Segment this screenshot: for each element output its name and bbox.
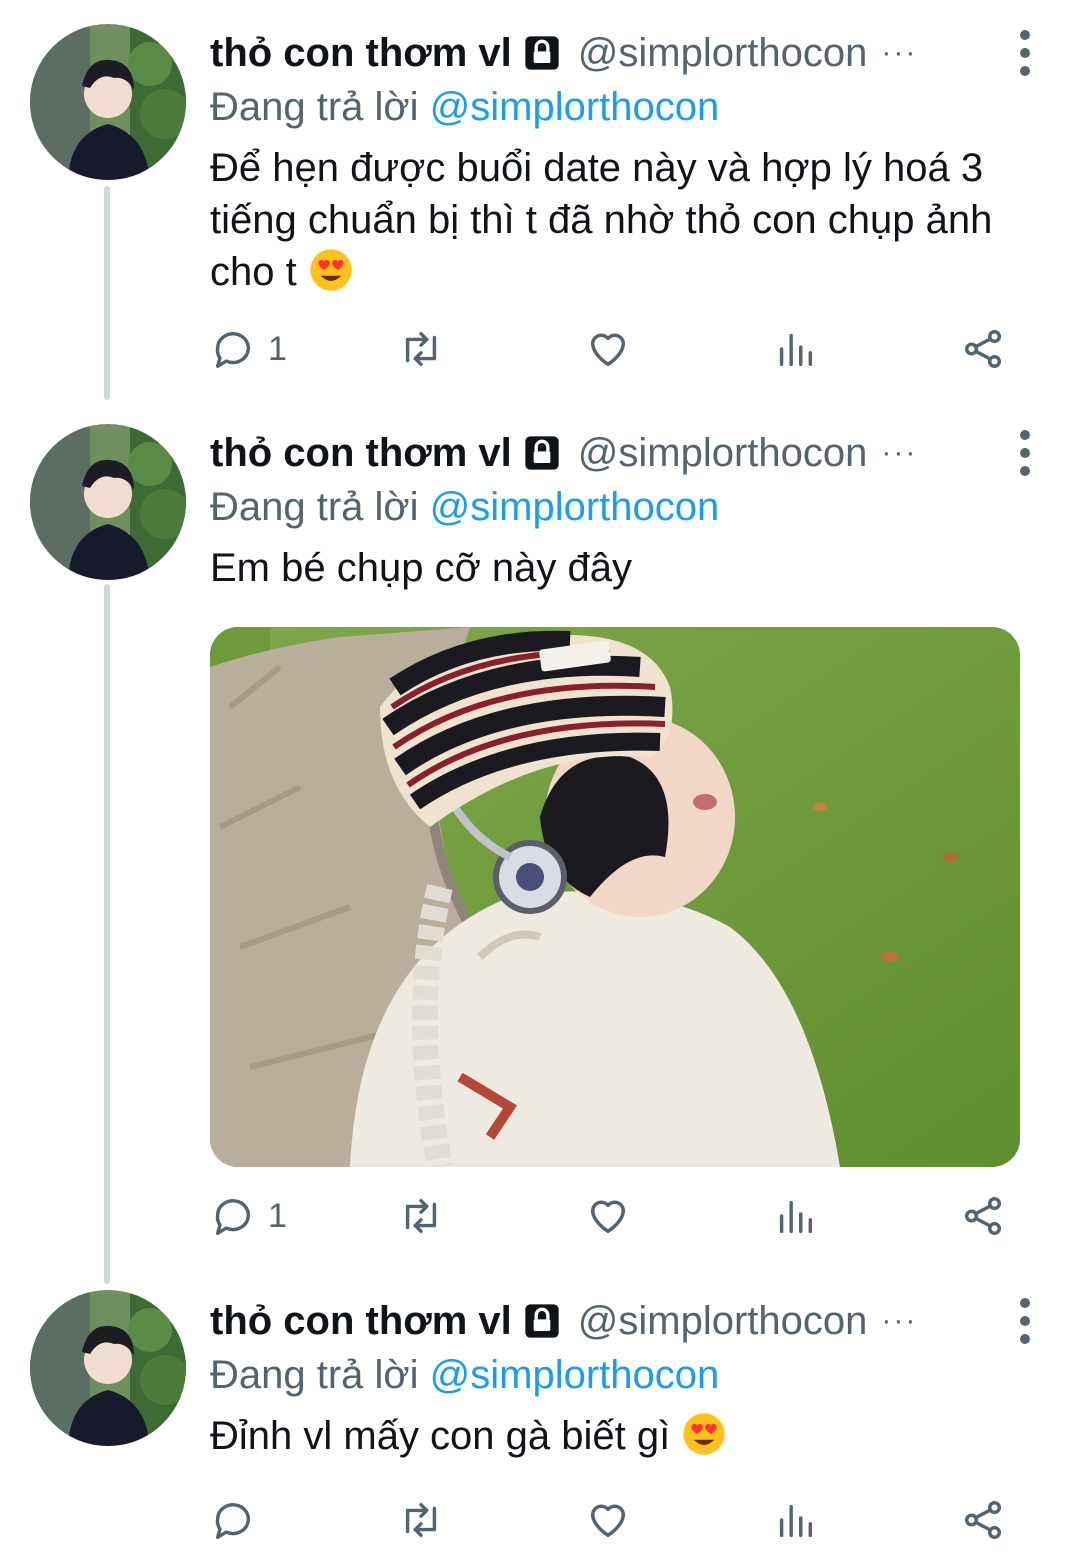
user-handle[interactable]: @simplorthocon: [578, 431, 868, 476]
tweet-text: Để hẹn được buổi date này và hợp lý hoá …: [210, 142, 1040, 298]
views-button[interactable]: [772, 324, 818, 374]
avatar[interactable]: [30, 1290, 186, 1446]
tweet-photo[interactable]: [210, 627, 1020, 1167]
heart-eyes-emoji: [310, 249, 352, 291]
replying-to: Đang trả lời @simplorthocon: [210, 482, 1040, 532]
tweet-text: Em bé chụp cỡ này đây: [210, 542, 1040, 594]
heart-eyes-emoji: [683, 1413, 726, 1455]
like-button[interactable]: [585, 1191, 643, 1241]
tweet[interactable]: thỏ con thơm vl @simplorthocon ··· Đang …: [0, 1268, 1080, 1563]
replying-to-label: Đang trả lời: [210, 85, 419, 129]
views-button[interactable]: [772, 1191, 818, 1241]
reply-icon: [215, 1503, 251, 1539]
share-icon: [964, 330, 1002, 368]
reply-button[interactable]: 1: [210, 324, 287, 374]
reply-icon: [215, 1199, 251, 1235]
views-button[interactable]: [772, 1495, 818, 1545]
heart-icon: [590, 1504, 626, 1538]
share-button[interactable]: [960, 1191, 1006, 1241]
tweet-header: thỏ con thơm vl @simplorthocon ···: [210, 24, 1040, 82]
heart-icon: [590, 1200, 626, 1234]
user-handle[interactable]: @simplorthocon: [578, 1299, 868, 1344]
tweet-actions: [210, 1495, 1010, 1545]
tweet-header: thỏ con thơm vl @simplorthocon ···: [210, 424, 1040, 482]
replying-to-mention[interactable]: @simplorthocon: [430, 485, 720, 529]
lock-icon: [525, 436, 559, 470]
share-button[interactable]: [960, 1495, 1006, 1545]
tweet-text-body: Em bé chụp cỡ này đây: [210, 546, 633, 590]
replying-to-mention[interactable]: @simplorthocon: [430, 1353, 720, 1397]
replying-to: Đang trả lời @simplorthocon: [210, 1350, 1040, 1400]
share-icon: [964, 1197, 1002, 1235]
retweet-button[interactable]: [398, 324, 456, 374]
reply-button[interactable]: [210, 1495, 268, 1545]
tweet-text: Đỉnh vl mấy con gà biết gì: [210, 1410, 1040, 1462]
tweet-actions: 1: [210, 1191, 1010, 1241]
display-name[interactable]: thỏ con thơm vl: [210, 431, 512, 476]
tweet-actions: 1: [210, 324, 1010, 374]
replying-to-label: Đang trả lời: [210, 485, 419, 529]
share-icon: [964, 1501, 1002, 1539]
separator-dots: ···: [881, 1304, 918, 1337]
more-vertical-icon[interactable]: [1010, 426, 1040, 480]
reply-count: 1: [268, 1196, 287, 1235]
analytics-icon: [779, 1200, 813, 1234]
analytics-icon: [779, 1504, 813, 1538]
like-button[interactable]: [585, 324, 643, 374]
more-vertical-icon[interactable]: [1010, 1294, 1040, 1348]
replying-to: Đang trả lời @simplorthocon: [210, 82, 1040, 132]
tweet-header: thỏ con thơm vl @simplorthocon ···: [210, 1292, 1040, 1350]
reply-count: 1: [268, 329, 287, 368]
display-name[interactable]: thỏ con thơm vl: [210, 31, 512, 76]
retweet-button[interactable]: [398, 1495, 456, 1545]
analytics-icon: [779, 333, 813, 367]
lock-icon: [525, 1304, 559, 1338]
avatar[interactable]: [30, 424, 186, 580]
reply-button[interactable]: 1: [210, 1191, 287, 1241]
retweet-icon: [405, 331, 437, 367]
separator-dots: ···: [881, 36, 918, 69]
heart-icon: [590, 333, 626, 367]
separator-dots: ···: [881, 436, 918, 469]
more-vertical-icon[interactable]: [1010, 26, 1040, 80]
display-name[interactable]: thỏ con thơm vl: [210, 1299, 512, 1344]
like-button[interactable]: [585, 1495, 643, 1545]
reply-icon: [215, 332, 251, 368]
tweet[interactable]: thỏ con thơm vl @simplorthocon ··· Đang …: [0, 0, 1080, 400]
user-handle[interactable]: @simplorthocon: [578, 31, 868, 76]
tweet[interactable]: thỏ con thơm vl @simplorthocon ··· Đang …: [0, 400, 1080, 1270]
avatar[interactable]: [30, 24, 186, 180]
retweet-icon: [405, 1502, 437, 1538]
tweet-text-body: Đỉnh vl mấy con gà biết gì: [210, 1414, 671, 1458]
replying-to-label: Đang trả lời: [210, 1353, 419, 1397]
retweet-button[interactable]: [398, 1191, 456, 1241]
lock-icon: [525, 36, 559, 70]
retweet-icon: [405, 1198, 437, 1234]
share-button[interactable]: [960, 324, 1006, 374]
replying-to-mention[interactable]: @simplorthocon: [430, 85, 720, 129]
